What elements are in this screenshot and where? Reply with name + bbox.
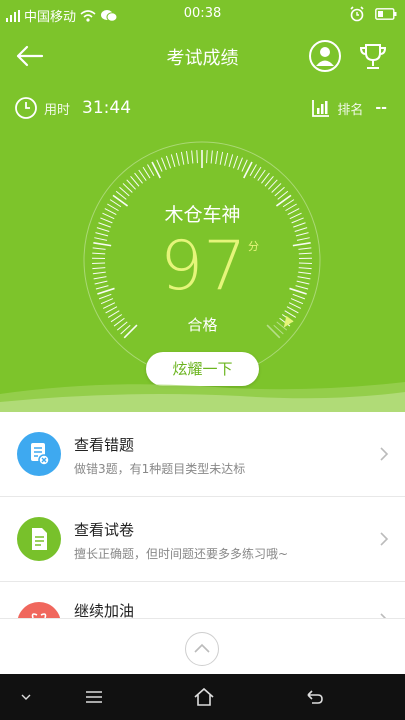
exam-paper-icon [17,517,61,561]
bottom-bar [0,618,405,675]
gauge-tick [292,242,311,247]
trophy-icon[interactable] [356,39,390,73]
system-nav-bar [0,674,405,720]
gauge-tick [295,285,309,290]
gauge-tick [298,252,312,255]
gauge-tick [296,280,310,285]
gauge-tick [147,164,155,176]
gauge-tick [93,242,112,247]
gauge-tick [95,232,109,237]
gauge-tick [92,247,106,250]
gauge-tick [92,252,106,255]
wrong-answers-icon [17,432,61,476]
menu-icon[interactable] [82,686,106,708]
gauge-tick [98,293,112,300]
user-nickname: 木仓车神 [164,204,241,226]
gauge-tick [94,237,108,241]
gauge-tick [286,306,299,314]
gauge-tick [296,237,310,241]
time-value: 31:44 [82,98,132,118]
gauge-tick [215,151,218,165]
gauge-tick [95,285,109,290]
gauge-tick [175,152,180,166]
gauge-tick [96,227,110,232]
status-bar: 中国移动 00:38 [0,0,405,30]
pass-status: 合格 [187,316,218,334]
gauge-tick [297,276,311,280]
rank[interactable]: 排名 -- [311,98,387,118]
gauge-tick [257,169,266,181]
gauge-tick [298,247,312,250]
status-right [349,6,397,22]
gauge-tick [298,267,312,270]
page-title: 考试成绩 [166,48,239,69]
header-wave [0,382,405,412]
gauge-tick [180,151,185,165]
list-item-wrong-answers[interactable]: 查看错题 做错3题，有1种题目类型未达标 [0,412,405,497]
gauge-tick [241,159,248,172]
home-icon[interactable] [192,686,216,708]
user-avatar-icon[interactable] [308,39,342,73]
item-subtitle: 擅长正确题，但时间题还要多多练习哦~ [74,547,289,561]
time-used: 用时 31:44 [14,96,131,120]
rank-label: 排名 [337,102,364,118]
chevron-up-icon[interactable] [185,632,219,666]
gauge-tick [289,287,307,295]
gauge-tick [253,166,262,179]
alarm-icon [350,6,364,22]
list-item-exam-paper[interactable]: 查看试卷 擅长正确题，但时间题还要多多练习哦~ [0,497,405,582]
gauge-tick [298,271,312,275]
result-action-list: 查看错题 做错3题，有1种题目类型未达标 查看试卷 擅长正确题，但时间题还要多多… [0,412,405,624]
score-unit: 分 [248,240,259,253]
gauge-tick [92,271,106,275]
gauge-tick [224,152,229,166]
gauge-tick [93,276,107,280]
gauge-tick [186,151,189,165]
item-title: 查看错题 [74,436,135,454]
hide-keyboard-icon[interactable] [14,686,38,708]
gauge-tick [294,227,308,232]
gauge-tick [288,302,302,309]
time-label: 用时 [44,102,71,118]
gauge-tick [170,154,176,167]
gauge-tick [105,306,118,314]
gauge-tick [249,164,257,176]
rank-value: -- [375,100,387,116]
clock-icon [15,97,37,119]
bar-chart-icon [312,100,330,117]
gauge-tick [161,157,167,170]
gauge-tick [100,298,114,305]
gauge-tick [156,159,163,172]
gauge-tick [206,150,208,164]
gauge-tick [219,151,224,165]
back-icon[interactable] [302,686,326,708]
gauge-tick [232,155,239,169]
gauge-tick [142,166,151,179]
score-value: 97 [160,227,247,306]
chevron-right-icon [380,447,389,461]
gauge-tick [92,267,106,270]
chevron-right-icon [380,532,389,546]
gauge-tick [237,157,243,170]
battery-icon [375,8,397,20]
status-time: 00:38 [183,6,222,21]
gauge-tick [295,232,309,237]
gauge-tick [97,287,115,295]
gauge-tick [290,298,304,305]
gauge-tick [191,150,194,164]
gauge-tick [292,293,306,300]
result-header: 考试成绩 用时 31:44 排名 -- 木仓车神 97 分 合格 炫耀一下 [0,30,405,412]
gauge-tick [196,150,198,164]
nav-bar: 考试成绩 [0,30,405,82]
gauge-tick [138,169,147,181]
item-title: 查看试卷 [74,521,135,539]
gauge-tick [94,280,108,285]
gauge-tick [165,155,172,169]
gauge-tick [210,150,213,164]
gauge-tick [102,302,116,309]
gauge-tick [228,154,234,167]
item-subtitle: 做错3题，有1种题目类型未达标 [74,462,246,476]
